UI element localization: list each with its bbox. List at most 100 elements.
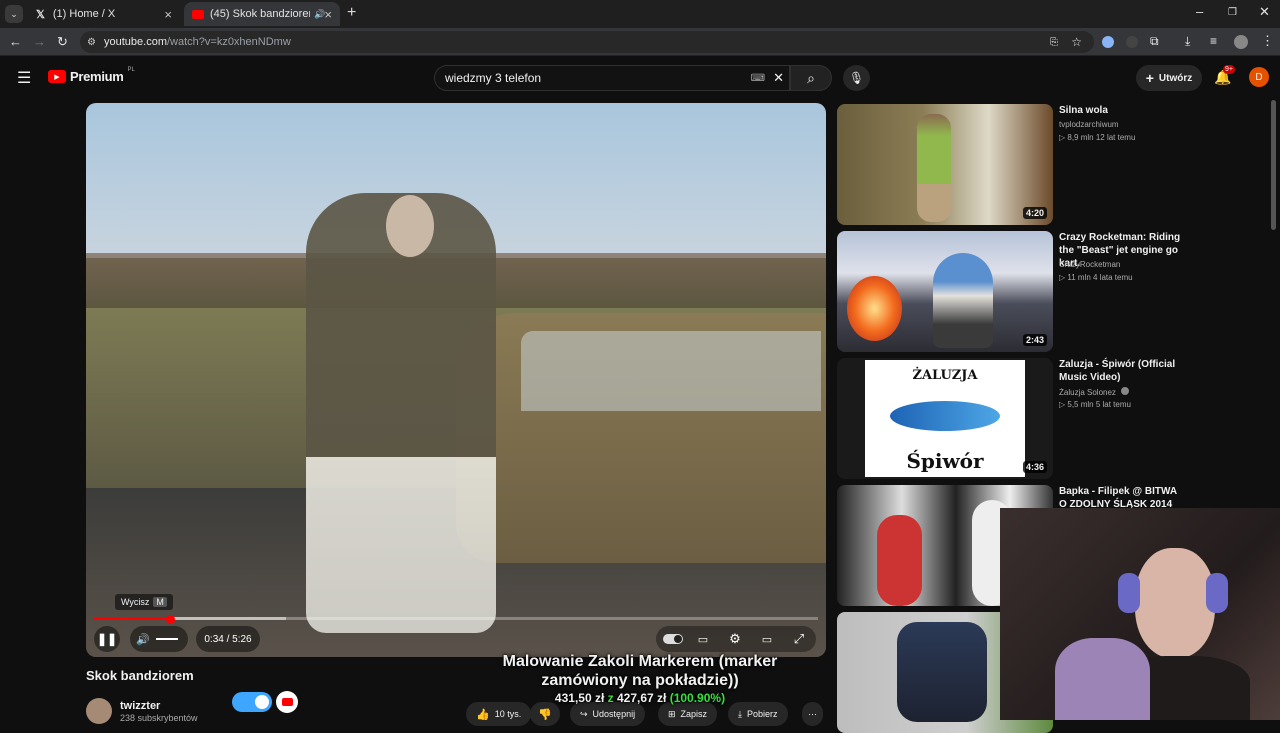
puzzle-icon[interactable]: ⧉: [1150, 34, 1159, 49]
logo-text: Premium: [70, 69, 124, 84]
menu-icon[interactable]: ⋮: [1261, 33, 1274, 49]
url-host: youtube.com: [104, 36, 167, 48]
thumb-scene-person: [917, 114, 951, 222]
close-tab-icon[interactable]: ×: [164, 7, 172, 22]
channel-name[interactable]: twizzter: [120, 700, 160, 712]
microphone-icon: 🎙: [848, 71, 865, 85]
recommendation-title[interactable]: Silna wola: [1059, 104, 1189, 117]
verified-icon: [1121, 387, 1130, 395]
install-icon[interactable]: ⎘: [1050, 37, 1058, 48]
like-button[interactable]: 👍 10 tys.: [466, 702, 532, 726]
tab-x-home[interactable]: 𝕏 (1) Home / X ×: [28, 2, 180, 26]
theater-mode-icon[interactable]: ▭: [758, 630, 776, 648]
goal-progress: 431,50 zł z 427,67 zł (100.90%): [470, 691, 810, 705]
pause-button[interactable]: ❚❚: [94, 626, 120, 652]
youtube-logo[interactable]: ▶ Premium PL: [48, 66, 135, 84]
search-value: wiedzmy 3 telefon: [445, 71, 542, 85]
volume-icon[interactable]: 🔊: [136, 633, 150, 646]
create-label: Utwórz: [1158, 72, 1193, 84]
share-label: Udostępnij: [592, 709, 636, 719]
duration-badge: 4:36: [1022, 461, 1047, 473]
extension-icon[interactable]: [1126, 36, 1138, 48]
recommendation-channel[interactable]: tvplodzarchiwum: [1059, 120, 1119, 129]
headphone-right-icon: [1206, 573, 1228, 613]
recommendation-thumbnail[interactable]: 4:20: [837, 104, 1053, 225]
close-tab-icon[interactable]: ×: [324, 7, 332, 22]
create-button[interactable]: + Utwórz: [1136, 65, 1202, 91]
subtitles-icon[interactable]: ▭: [694, 630, 712, 648]
video-player[interactable]: Wycisz M ❚❚ 🔊 0:34 / 5:26 ▭ ⚙ ▭ ⤢: [86, 103, 826, 657]
share-button[interactable]: ↪ Udostępnij: [570, 702, 646, 726]
recommendation-title[interactable]: Zaluzja - Śpiwór (Official Music Video): [1059, 358, 1189, 384]
streamer-webcam: [1000, 508, 1280, 720]
save-button[interactable]: ⊞ Zapisz: [658, 702, 718, 726]
close-window-icon[interactable]: ✕: [1259, 4, 1270, 20]
video-scene-person: [306, 193, 496, 633]
download-label: Pobierz: [746, 709, 778, 719]
new-tab-button[interactable]: +: [347, 4, 356, 22]
youtube-play-icon: ▶: [48, 70, 66, 83]
youtube-header: ☰ ▶ Premium PL wiedzmy 3 telefon ⌨ ✕ ⌕ 🎙…: [0, 56, 1280, 98]
recommendation-thumbnail[interactable]: 2:43: [837, 231, 1053, 352]
recommendation-thumbnail[interactable]: ŻALUZJA Śpiwór 4:36: [837, 358, 1053, 479]
recommendation-channel[interactable]: Żaluzja Solonez: [1059, 387, 1130, 397]
tab-search-button[interactable]: ⌄: [5, 5, 23, 23]
bookmark-star-icon[interactable]: ☆: [1071, 35, 1082, 49]
search-icon: ⌕: [807, 69, 815, 86]
progress-bar[interactable]: [94, 617, 818, 620]
youtube-badge-icon: [276, 691, 298, 713]
video-scene-person-head: [386, 195, 434, 257]
search-input[interactable]: wiedzmy 3 telefon ⌨ ✕: [434, 65, 790, 91]
thumb-scene-fire: [847, 276, 902, 341]
hamburger-menu-icon[interactable]: ☰: [17, 68, 31, 88]
address-bar[interactable]: ⚙ youtube.com/watch?v=kz0xhenNDmw ⎘ ☆: [80, 31, 1094, 53]
download-button[interactable]: ⤓ Pobierz: [728, 702, 788, 726]
tab-youtube[interactable]: (45) Skok bandziorem - You 🔊 ×: [184, 2, 340, 26]
search-button[interactable]: ⌕: [790, 65, 832, 91]
volume-slider[interactable]: [155, 638, 178, 640]
back-icon[interactable]: ←: [9, 34, 22, 49]
volume-control[interactable]: 🔊: [130, 626, 188, 652]
reload-icon[interactable]: ↻: [57, 34, 68, 50]
save-icon: ⊞: [668, 708, 676, 719]
fullscreen-icon[interactable]: ⤢: [790, 630, 808, 648]
dislike-button[interactable]: 👎: [530, 702, 560, 726]
time-display: 0:34 / 5:26: [196, 626, 260, 652]
more-actions-button[interactable]: ⋯: [802, 702, 823, 726]
download-icon[interactable]: ⤓: [1185, 34, 1190, 49]
forward-icon[interactable]: →: [33, 34, 46, 49]
recommendation-channel[interactable]: CrazyRocketman: [1059, 260, 1120, 269]
goal-title-line1: Malowanie Zakoli Markerem (marker: [502, 653, 778, 670]
settings-gear-icon[interactable]: ⚙: [726, 630, 744, 648]
autoplay-toggle-icon[interactable]: [662, 630, 684, 648]
played-bar: [94, 617, 171, 620]
account-avatar[interactable]: D: [1249, 67, 1269, 87]
notifications-button[interactable]: 🔔 9+: [1214, 65, 1235, 86]
scrubber-handle[interactable]: [166, 615, 176, 624]
plus-icon: +: [1145, 70, 1154, 86]
channel-avatar[interactable]: [86, 698, 112, 724]
region-label: PL: [127, 66, 135, 73]
youtube-favicon-icon: [192, 9, 204, 19]
album-text-top: ŻALUZJA: [912, 368, 978, 383]
clear-search-icon[interactable]: ✕: [773, 70, 784, 86]
video-title: Skok bandziorem: [86, 668, 194, 683]
site-info-icon[interactable]: ⚙: [87, 37, 96, 48]
thumb-scene-people: [897, 622, 987, 722]
tab-title: (1) Home / X: [52, 8, 116, 20]
voice-search-button[interactable]: 🎙: [843, 65, 870, 91]
thumb-scene-rider: [933, 253, 993, 348]
minimize-icon[interactable]: –: [1196, 4, 1203, 19]
profile-icon[interactable]: [1234, 35, 1248, 49]
page-scrollbar[interactable]: [1271, 100, 1276, 230]
goal-percent: (100.90%): [669, 691, 726, 705]
extension-icon[interactable]: [1102, 36, 1114, 48]
notification-badge: 9+: [1223, 65, 1235, 74]
keyboard-icon[interactable]: ⌨: [751, 73, 765, 84]
goal-target: 427,67 zł: [616, 691, 667, 705]
reading-list-icon[interactable]: ≡: [1210, 34, 1217, 48]
like-count: 10 tys.: [494, 709, 522, 719]
restore-icon[interactable]: ❐: [1228, 7, 1237, 18]
stream-toggle[interactable]: [232, 692, 272, 712]
goal-of: z: [607, 691, 614, 705]
